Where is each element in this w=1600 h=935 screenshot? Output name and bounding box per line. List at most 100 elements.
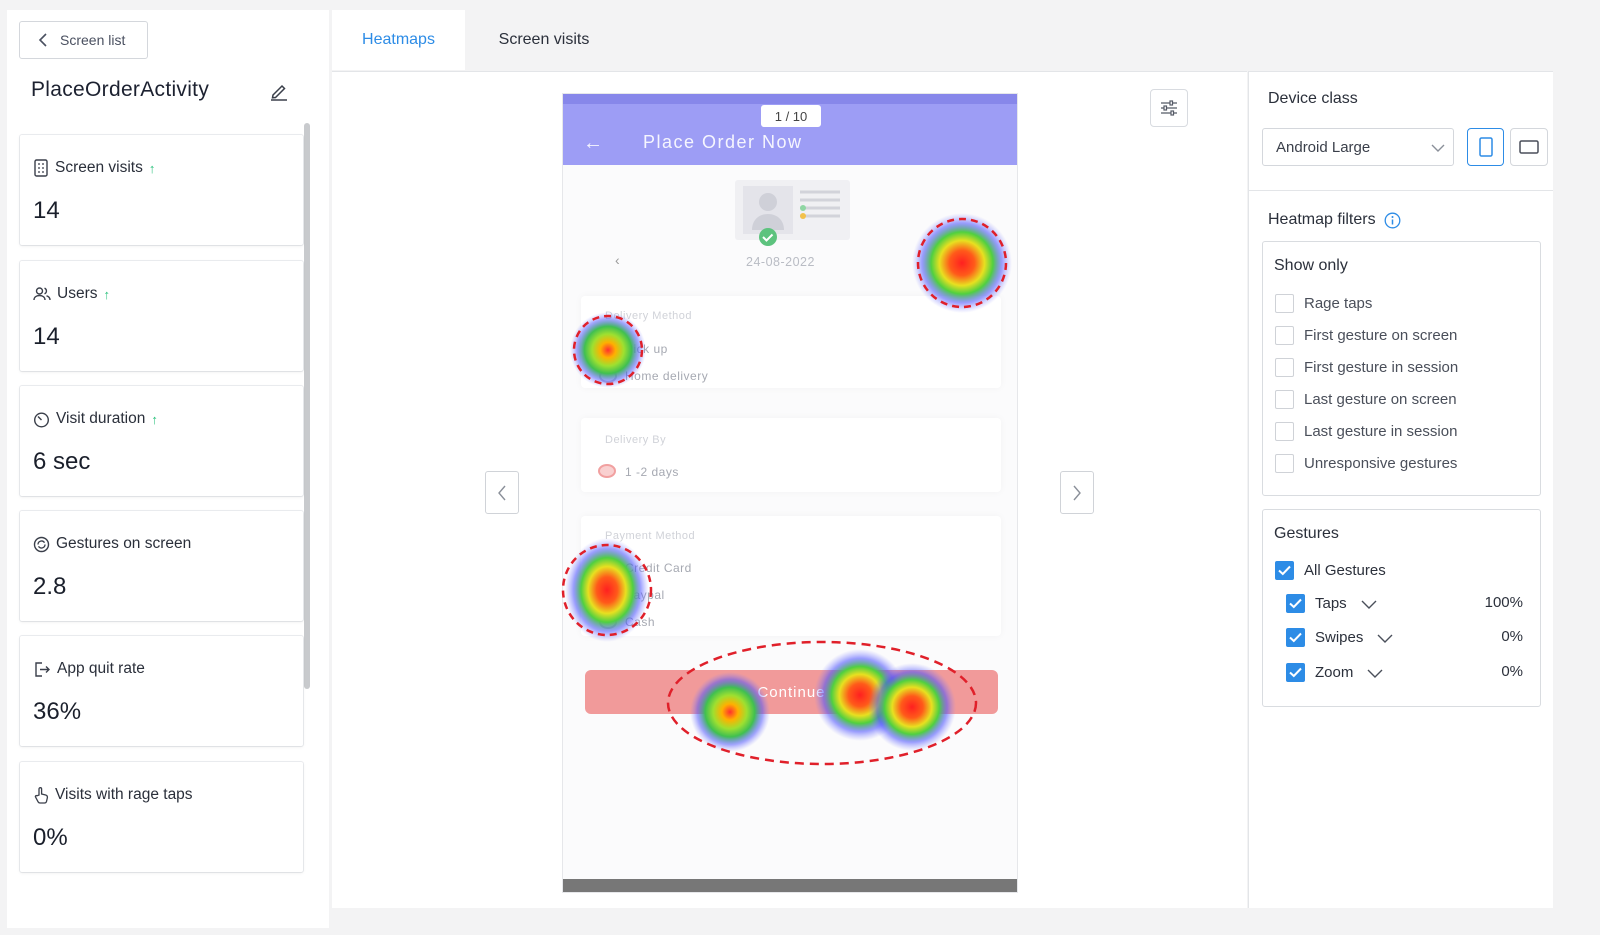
filter-label: Last gesture on screen [1304, 391, 1457, 408]
heatmap-filters-title: Heatmap filters [1268, 211, 1401, 229]
users-icon [33, 287, 51, 301]
radio-credit-card [599, 561, 617, 575]
portrait-orientation-button[interactable] [1467, 128, 1504, 166]
checkbox[interactable] [1275, 294, 1294, 313]
panel-divider [1249, 190, 1553, 191]
delivery-option-label: Home delivery [625, 369, 709, 383]
chevron-down-icon[interactable] [1367, 667, 1383, 679]
metric-value: 2.8 [33, 573, 67, 600]
radio-pick-up [599, 342, 617, 356]
metric-card-visit-duration: Visit duration ↑ 6 sec [20, 386, 303, 496]
checkbox[interactable] [1275, 358, 1294, 377]
filter-rage-taps[interactable]: Rage taps [1275, 294, 1372, 313]
arrow-left-icon: ← [583, 132, 603, 154]
checkbox[interactable] [1275, 454, 1294, 473]
back-to-screen-list-button[interactable]: Screen list [19, 21, 148, 59]
edit-pencil-icon[interactable] [269, 81, 291, 103]
filter-label: All Gestures [1304, 562, 1386, 579]
checkbox-checked[interactable] [1286, 663, 1305, 682]
metric-card-users: Users ↑ 14 [20, 261, 303, 371]
tab-screen-visits[interactable]: Screen visits [466, 10, 622, 70]
order-illustration [735, 180, 850, 246]
filter-label: First gesture in session [1304, 359, 1459, 376]
filter-last-gesture-in-session[interactable]: Last gesture in session [1275, 422, 1457, 441]
metric-value: 36% [33, 698, 82, 725]
check-icon [1289, 667, 1302, 678]
checkbox[interactable] [1275, 390, 1294, 409]
check-icon [1289, 632, 1302, 643]
gesture-zoom[interactable]: Zoom [1286, 663, 1383, 682]
back-button-label: Screen list [60, 32, 126, 48]
gestures-title: Gestures [1274, 525, 1339, 542]
status-bar [563, 94, 1017, 104]
gesture-icon [33, 536, 50, 552]
chevron-down-icon[interactable] [1377, 632, 1393, 644]
nav-bar [563, 879, 1017, 892]
chevron-down-icon[interactable] [1361, 598, 1377, 610]
metrics-scrollbar[interactable] [304, 123, 310, 689]
order-date: 24-08-2022 [746, 255, 815, 269]
gesture-percent: 0% [1501, 663, 1523, 680]
next-screenshot-button[interactable] [1060, 471, 1094, 514]
display-settings-button[interactable] [1150, 89, 1188, 127]
metric-label: Visits with rage taps [55, 786, 193, 803]
payment-option-label: Paypal [625, 588, 665, 602]
gesture-percent: 100% [1484, 594, 1523, 611]
filter-unresponsive-gestures[interactable]: Unresponsive gestures [1275, 454, 1457, 473]
previous-screenshot-button[interactable] [485, 471, 519, 514]
trend-up-icon: ↑ [148, 160, 156, 176]
chevron-down-icon [1431, 144, 1445, 152]
metric-card-gestures-on-screen: Gestures on screen 2.8 [20, 511, 303, 621]
device-class-title: Device class [1268, 90, 1358, 107]
radio-cash [599, 615, 617, 629]
phone-landscape-icon [1519, 140, 1539, 154]
app-screen-title: Place Order Now [643, 132, 803, 152]
checkbox-checked[interactable] [1275, 561, 1294, 580]
date-prev-arrow: ‹ [615, 252, 621, 268]
timer-icon [33, 411, 50, 428]
continue-button-preview: Continue [585, 670, 998, 714]
landscape-orientation-button[interactable] [1510, 128, 1548, 166]
chevron-right-icon [1073, 485, 1081, 500]
check-icon [1289, 598, 1302, 609]
gesture-label: Taps [1315, 595, 1347, 612]
radio-paypal [599, 588, 617, 602]
info-icon[interactable] [1384, 212, 1401, 229]
delivery-by-label: Delivery By [605, 434, 667, 446]
filter-first-gesture-on-screen[interactable]: First gesture on screen [1275, 326, 1457, 345]
metric-value: 0% [33, 824, 68, 851]
sliders-icon [1161, 100, 1177, 116]
metric-card-rage-taps: Visits with rage taps 0% [20, 762, 303, 872]
checkbox[interactable] [1275, 422, 1294, 441]
checkbox[interactable] [1275, 326, 1294, 345]
filter-all-gestures[interactable]: All Gestures [1275, 561, 1386, 580]
metric-label: App quit rate [57, 660, 145, 677]
filter-last-gesture-on-screen[interactable]: Last gesture on screen [1275, 390, 1457, 409]
payment-method-label: Payment Method [605, 530, 696, 542]
metric-value: 6 sec [33, 448, 91, 475]
tab-heatmaps[interactable]: Heatmaps [332, 10, 465, 70]
gesture-taps[interactable]: Taps [1286, 594, 1377, 613]
delivery-method-label: Delivery Method [605, 310, 692, 322]
check-icon [1278, 565, 1291, 576]
payment-option-label: Cash [625, 615, 656, 629]
screen-icon [34, 159, 48, 177]
checkbox-checked[interactable] [1286, 628, 1305, 647]
heatmap-filters-label: Heatmap filters [1268, 211, 1376, 228]
metric-card-screen-visits: Screen visits ↑ 14 [20, 135, 303, 245]
gesture-label: Swipes [1315, 629, 1364, 646]
device-class-select[interactable]: Android Large [1262, 128, 1454, 166]
gesture-swipes[interactable]: Swipes [1286, 628, 1393, 647]
filter-first-gesture-in-session[interactable]: First gesture in session [1275, 358, 1458, 377]
gesture-percent: 0% [1501, 628, 1523, 645]
checkbox-checked[interactable] [1286, 594, 1305, 613]
payment-option-label: Credit Card [625, 561, 692, 575]
metric-label: Screen visits [55, 159, 143, 176]
metric-card-app-quit-rate: App quit rate 36% [20, 636, 303, 746]
metric-label: Visit duration [56, 410, 146, 427]
device-class-value: Android Large [1276, 138, 1371, 156]
metric-label: Gestures on screen [56, 535, 192, 552]
filter-label: Unresponsive gestures [1304, 455, 1458, 472]
metric-value: 14 [33, 323, 60, 350]
trend-up-icon: ↑ [103, 286, 110, 302]
